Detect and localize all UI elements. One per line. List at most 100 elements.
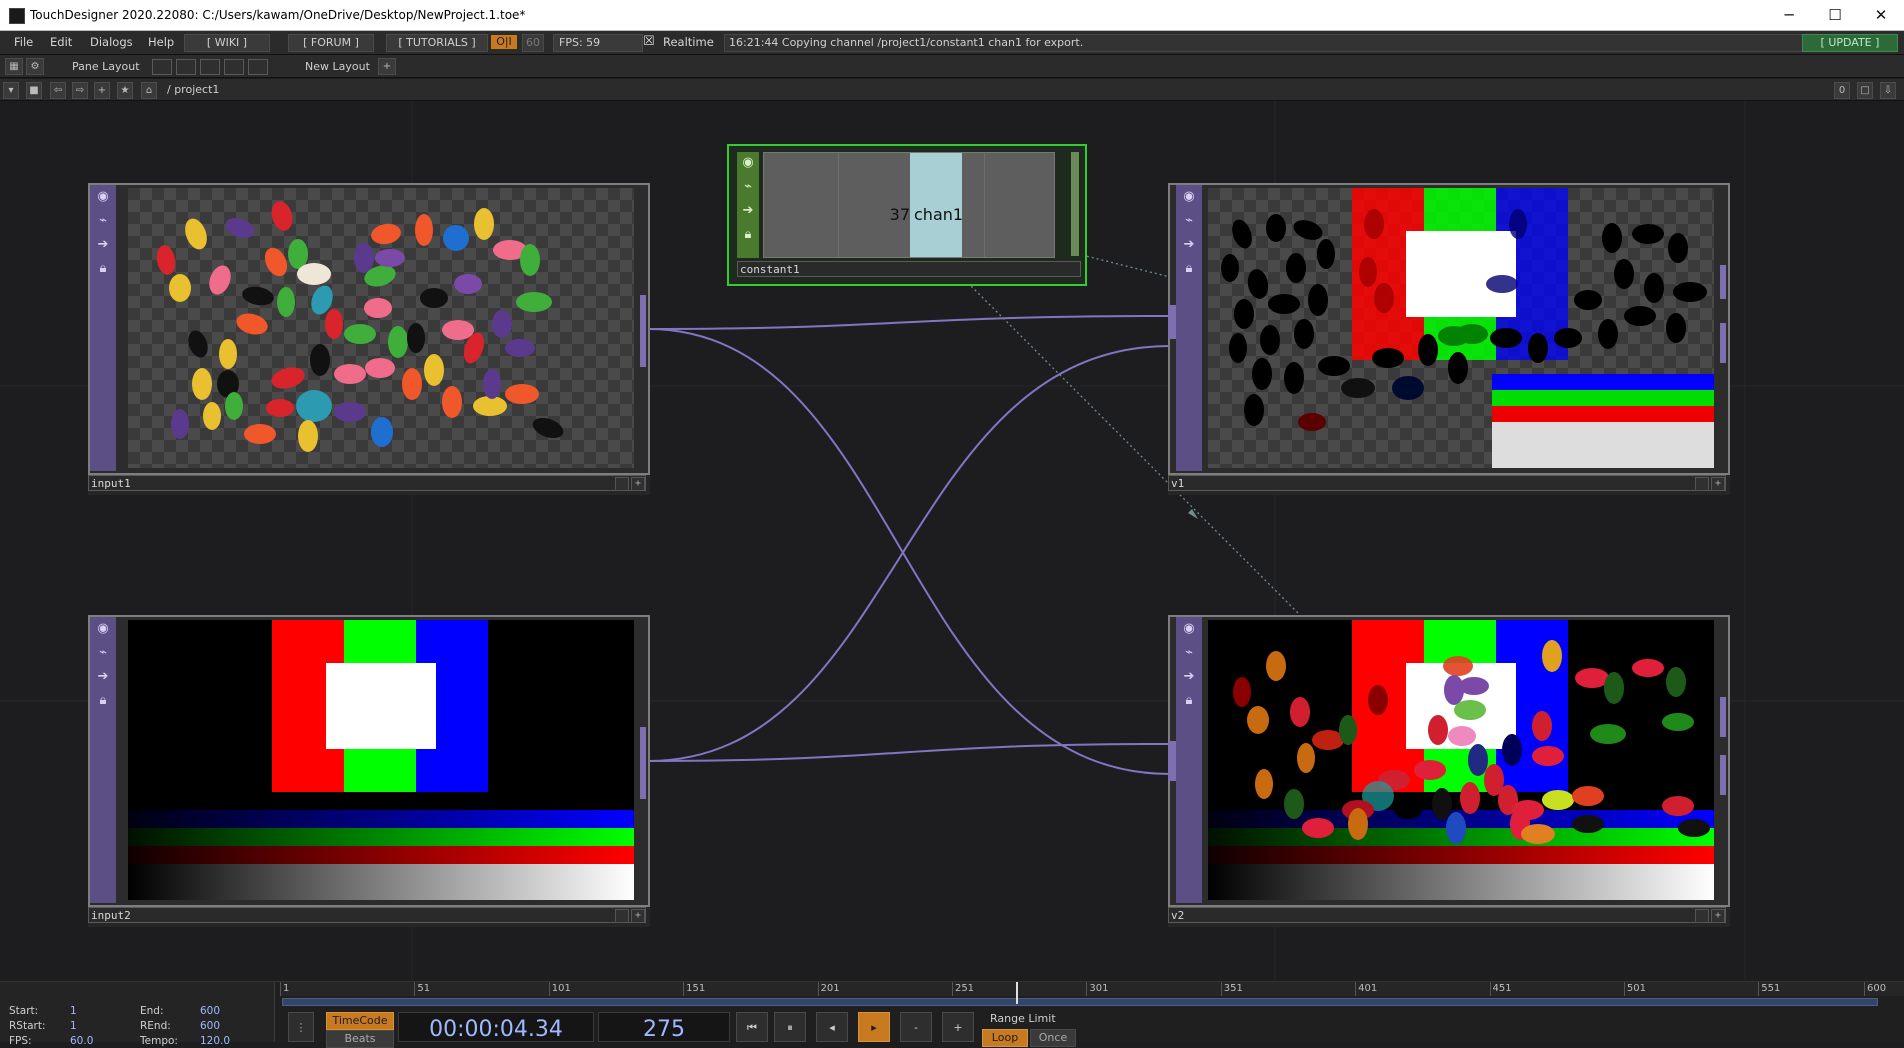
node-label-v1[interactable]: v1 +: [1168, 475, 1726, 491]
update-button[interactable]: [ UPDATE ]: [1802, 34, 1898, 52]
add-icon[interactable]: +: [94, 82, 110, 99]
timecode-display[interactable]: 00:00:04.34: [398, 1012, 594, 1042]
tempo-value[interactable]: 120.0: [200, 1035, 230, 1047]
play-icon[interactable]: ▸: [858, 1012, 890, 1042]
forward-icon[interactable]: ⇨: [72, 82, 88, 99]
tutorials-button[interactable]: [ TUTORIALS ]: [386, 34, 488, 52]
dropdown-icon[interactable]: ▾: [3, 82, 19, 99]
maximize-button[interactable]: ☐: [1812, 0, 1858, 30]
back-icon[interactable]: ⇦: [50, 82, 66, 99]
start-value[interactable]: 1: [70, 1005, 77, 1017]
node-v1[interactable]: ◉ ⌁ ➔ 🔒︎ v1 +: [1168, 183, 1730, 495]
export-arrow-button-icon[interactable]: ➔: [740, 203, 756, 219]
once-toggle[interactable]: Once: [1030, 1029, 1076, 1047]
node-input2[interactable]: ◉ ⌁ ➔ 🔒︎ input2 +: [88, 615, 650, 927]
minimize-button[interactable]: ─: [1766, 0, 1812, 30]
output-connector[interactable]: [1720, 755, 1726, 795]
timeline-range-bar[interactable]: [282, 998, 1878, 1006]
close-button[interactable]: ✕: [1858, 0, 1904, 30]
node-label-v2[interactable]: v2 +: [1168, 907, 1726, 923]
bypass-icon[interactable]: ⌁: [95, 213, 111, 229]
node-flag-icon[interactable]: [1695, 477, 1709, 491]
realtime-checkbox[interactable]: ☒: [643, 34, 655, 49]
node-label-input2[interactable]: input2 +: [88, 907, 646, 923]
export-arrow-button-icon[interactable]: ➔: [1181, 669, 1197, 685]
node-label-constant1[interactable]: constant1: [737, 261, 1081, 277]
fps-value[interactable]: 60.0: [70, 1035, 93, 1047]
output-connector-top[interactable]: [1720, 697, 1726, 737]
bypass-icon[interactable]: ⌁: [1181, 213, 1197, 229]
layout-four-icon[interactable]: [248, 59, 268, 75]
layout-three-icon[interactable]: [224, 59, 244, 75]
output-connector[interactable]: [640, 727, 646, 799]
export-arrow-button-icon[interactable]: ➔: [95, 237, 111, 253]
network-editor[interactable]: ◉ ⌁ ➔ 🔒︎ input1 + ◉ ⌁ ➔ 🔒︎ input2 + ◉ ⌁ …: [0, 101, 1904, 981]
output-connector-top[interactable]: [1720, 265, 1726, 299]
timeline-ruler[interactable]: 1 51 101 151 201 251 301 351 401 451 501 551 600: [280, 982, 1904, 996]
lock-icon[interactable]: 🔒︎: [740, 227, 756, 243]
bypass-icon[interactable]: ⌁: [1181, 645, 1197, 661]
new-layout-label[interactable]: New Layout: [305, 60, 370, 73]
star-icon[interactable]: ★: [117, 82, 133, 99]
layout-single-icon[interactable]: [152, 59, 172, 75]
home-icon[interactable]: ⌂: [141, 82, 157, 99]
layout-split-vertical-icon[interactable]: [176, 59, 196, 75]
beats-toggle[interactable]: Beats: [326, 1030, 394, 1048]
node-constant1[interactable]: ◉ ⌁ ➔ 🔒︎ 37 chan1 constant1: [727, 144, 1087, 286]
lock-icon[interactable]: 🔒︎: [1181, 261, 1197, 277]
viewer-active-icon[interactable]: ◉: [1181, 621, 1197, 637]
stop-icon[interactable]: ■: [26, 82, 42, 99]
input-connector[interactable]: [1168, 741, 1176, 781]
lock-icon[interactable]: 🔒︎: [1181, 693, 1197, 709]
output-connector[interactable]: [1071, 152, 1079, 256]
timecode-toggle[interactable]: TimeCode: [326, 1012, 394, 1030]
pane-expand-icon[interactable]: ⇩: [1880, 82, 1896, 99]
panel-view-icon[interactable]: ⚙: [26, 58, 44, 75]
network-path[interactable]: / project1: [167, 83, 219, 96]
viewer-active-icon[interactable]: ◉: [740, 155, 756, 171]
decrement-button[interactable]: -: [900, 1012, 932, 1042]
node-plus-icon[interactable]: +: [631, 477, 645, 491]
viewer-active-icon[interactable]: ◉: [95, 621, 111, 637]
menu-file[interactable]: File: [14, 35, 33, 49]
forum-button[interactable]: [ FORUM ]: [288, 34, 374, 52]
oi-toggle[interactable]: O|I: [491, 35, 517, 49]
timeline-menu-icon[interactable]: ⋮: [288, 1012, 314, 1042]
timeline-playhead[interactable]: [1016, 982, 1019, 1004]
node-input1[interactable]: ◉ ⌁ ➔ 🔒︎ input1 +: [88, 183, 650, 495]
go-to-start-icon[interactable]: ⏮: [736, 1012, 768, 1042]
layout-split-horizontal-icon[interactable]: [200, 59, 220, 75]
loop-toggle[interactable]: Loop: [982, 1029, 1028, 1047]
export-arrow-button-icon[interactable]: ➔: [95, 669, 111, 685]
node-flag-icon[interactable]: [615, 909, 629, 923]
pause-icon[interactable]: ⏸: [774, 1012, 806, 1042]
node-plus-icon[interactable]: +: [1711, 477, 1725, 491]
rstart-value[interactable]: 1: [70, 1020, 77, 1032]
node-flag-icon[interactable]: [1695, 909, 1709, 923]
network-view-icon[interactable]: ▦: [5, 58, 23, 75]
node-plus-icon[interactable]: +: [631, 909, 645, 923]
frame-display[interactable]: 275: [598, 1012, 730, 1042]
rend-value[interactable]: 600: [200, 1020, 220, 1032]
zero-counter[interactable]: 0: [1834, 82, 1850, 99]
bypass-icon[interactable]: ⌁: [740, 179, 756, 195]
node-flag-icon[interactable]: [615, 477, 629, 491]
menu-dialogs[interactable]: Dialogs: [90, 35, 133, 49]
export-arrow-button-icon[interactable]: ➔: [1181, 237, 1197, 253]
lock-icon[interactable]: 🔒︎: [95, 693, 111, 709]
step-back-icon[interactable]: ◂: [816, 1012, 848, 1042]
pane-maximize-icon[interactable]: □: [1857, 82, 1873, 99]
viewer-active-icon[interactable]: ◉: [1181, 189, 1197, 205]
fps-cap[interactable]: 60: [522, 34, 544, 52]
bypass-icon[interactable]: ⌁: [95, 645, 111, 661]
add-layout-button[interactable]: +: [378, 58, 396, 75]
end-value[interactable]: 600: [200, 1005, 220, 1017]
input-connector[interactable]: [1168, 305, 1176, 339]
node-v2[interactable]: ◉ ⌁ ➔ 🔒︎ v2 +: [1168, 615, 1730, 927]
menu-help[interactable]: Help: [148, 35, 174, 49]
wiki-button[interactable]: [ WIKI ]: [184, 34, 270, 52]
viewer-active-icon[interactable]: ◉: [95, 189, 111, 205]
increment-button[interactable]: +: [942, 1012, 974, 1042]
output-connector[interactable]: [1720, 323, 1726, 363]
output-connector[interactable]: [640, 295, 646, 367]
